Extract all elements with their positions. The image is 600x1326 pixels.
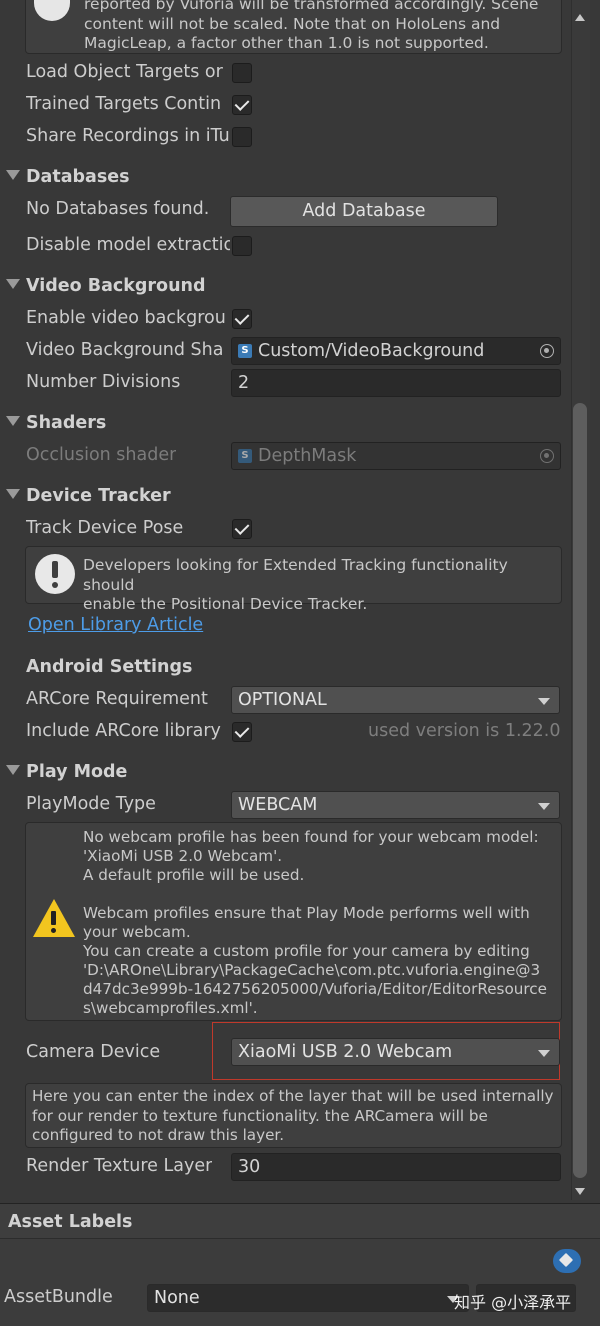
- asset-labels-header-bar[interactable]: Asset Labels: [0, 1204, 600, 1239]
- arcore-requirement-dropdown[interactable]: OPTIONAL: [231, 686, 560, 714]
- warning-line-2: 'XiaoMi USB 2.0 Webcam'.: [83, 847, 283, 865]
- playmode-type-dropdown[interactable]: WEBCAM: [231, 791, 560, 819]
- foldout-arrow-icon: [6, 489, 20, 499]
- asset-labels-panel: Asset Labels AssetBundle None 知乎 @小泽承平: [0, 1203, 600, 1326]
- device-tracker-help-line-2: enable the Positional Device Tracker.: [83, 595, 368, 613]
- device-tracker-help-line-1: Developers looking for Extended Tracking…: [83, 556, 508, 594]
- shader-icon: S: [238, 449, 252, 463]
- warning-line-10: s\webcamprofiles.xml'.: [83, 999, 258, 1017]
- video-background-shader-value: Custom/VideoBackground: [258, 341, 485, 361]
- trained-targets-label: Trained Targets Contin: [26, 94, 222, 114]
- load-object-targets-label: Load Object Targets or: [26, 62, 223, 82]
- render-layer-help-box: Here you can enter the index of the laye…: [25, 1083, 562, 1148]
- webcam-warning-box: No webcam profile has been found for you…: [25, 822, 562, 1021]
- warning-line-3: A default profile will be used.: [83, 866, 305, 884]
- enable-video-background-checkbox[interactable]: [232, 309, 252, 329]
- info-icon: [34, 0, 70, 21]
- foldout-arrow-icon: [6, 279, 20, 289]
- warning-line-1: No webcam profile has been found for you…: [83, 828, 539, 846]
- scale-help-line-1: reported by Vuforia will be transformed …: [84, 0, 539, 13]
- info-icon: [35, 554, 75, 594]
- no-databases-label: No Databases found.: [26, 199, 210, 219]
- include-arcore-checkbox[interactable]: [232, 722, 252, 742]
- device-tracker-help-box: Developers looking for Extended Tracking…: [25, 546, 562, 613]
- asset-bundle-label: AssetBundle: [4, 1287, 113, 1307]
- device-tracker-header[interactable]: Device Tracker: [6, 486, 171, 506]
- playmode-type-value: WEBCAM: [238, 795, 318, 815]
- video-background-header[interactable]: Video Background: [6, 276, 206, 296]
- warning-line-5: Webcam profiles ensure that Play Mode pe…: [83, 904, 530, 922]
- foldout-arrow-icon: [6, 416, 20, 426]
- camera-device-value: XiaoMi USB 2.0 Webcam: [238, 1042, 453, 1062]
- video-background-shader-label: Video Background Sha: [26, 340, 224, 360]
- arcore-requirement-label: ARCore Requirement: [26, 689, 208, 709]
- camera-device-dropdown[interactable]: XiaoMi USB 2.0 Webcam: [231, 1038, 560, 1066]
- enable-video-background-label: Enable video backgrou: [26, 308, 226, 328]
- disable-model-extraction-checkbox[interactable]: [232, 236, 252, 256]
- warning-line-8: 'D:\AROne\Library\PackageCache\com.ptc.v…: [83, 961, 541, 979]
- scale-help-box: reported by Vuforia will be transformed …: [25, 0, 562, 54]
- warning-line-4: [83, 885, 561, 904]
- number-divisions-input[interactable]: 2: [231, 369, 561, 397]
- occlusion-shader-value: DepthMask: [258, 446, 357, 466]
- foldout-arrow-icon: [6, 765, 20, 775]
- trained-targets-checkbox[interactable]: [232, 95, 252, 115]
- foldout-arrow-icon: [6, 170, 20, 180]
- video-background-shader-field[interactable]: S Custom/VideoBackground: [231, 337, 561, 365]
- asset-labels-header: Asset Labels: [8, 1212, 133, 1232]
- number-divisions-label: Number Divisions: [26, 372, 181, 392]
- warning-line-6: your webcam.: [83, 923, 191, 941]
- share-recordings-checkbox[interactable]: [232, 127, 252, 147]
- occlusion-shader-label: Occlusion shader: [26, 445, 177, 465]
- add-database-button[interactable]: Add Database: [230, 196, 498, 227]
- android-settings-header: Android Settings: [26, 657, 193, 677]
- scroll-up-arrow-icon[interactable]: [575, 14, 585, 21]
- chevron-down-icon: [538, 1050, 550, 1057]
- render-texture-layer-label: Render Texture Layer: [26, 1156, 213, 1176]
- render-layer-help-line-3: configured to not draw this layer.: [32, 1126, 285, 1144]
- arcore-requirement-value: OPTIONAL: [238, 690, 327, 710]
- share-recordings-label: Share Recordings in iTu: [26, 126, 230, 146]
- asset-bundle-value: None: [154, 1288, 200, 1308]
- scale-help-line-3: MagicLeap, a factor other than 1.0 is no…: [84, 34, 489, 52]
- play-mode-header[interactable]: Play Mode: [6, 762, 127, 782]
- camera-device-label: Camera Device: [26, 1042, 161, 1062]
- scroll-down-arrow-icon[interactable]: [575, 1188, 585, 1195]
- warning-line-7: You can create a custom profile for your…: [83, 942, 530, 960]
- track-device-pose-label: Track Device Pose: [26, 518, 184, 538]
- track-device-pose-checkbox[interactable]: [232, 519, 252, 539]
- chevron-down-icon: [538, 698, 550, 705]
- scrollbar-thumb[interactable]: [573, 403, 587, 1178]
- load-object-targets-checkbox[interactable]: [232, 63, 252, 83]
- warning-line-9: d47dc3e999b-1642756205000/Vuforia/Editor…: [83, 980, 547, 998]
- asset-bundle-dropdown[interactable]: None: [147, 1284, 469, 1312]
- render-texture-layer-input[interactable]: 30: [231, 1153, 561, 1181]
- include-arcore-label: Include ARCore library: [26, 721, 221, 741]
- databases-header[interactable]: Databases: [6, 167, 130, 187]
- chevron-down-icon: [538, 803, 550, 810]
- render-layer-help-line-2: for our render to texture functionality.…: [32, 1106, 488, 1125]
- shader-icon: S: [238, 344, 252, 358]
- disable-model-extraction-label: Disable model extractio: [26, 235, 230, 255]
- object-picker-icon: [540, 449, 554, 463]
- playmode-type-label: PlayMode Type: [26, 794, 156, 814]
- scale-help-line-2: content will not be scaled. Note that on…: [84, 14, 501, 33]
- open-library-article-link[interactable]: Open Library Article: [28, 615, 203, 635]
- watermark-text: 知乎 @小泽承平: [454, 1293, 572, 1312]
- object-picker-icon[interactable]: [540, 344, 554, 358]
- label-tag-icon[interactable]: [553, 1249, 581, 1273]
- arcore-version-text: used version is 1.22.0: [368, 721, 561, 741]
- shaders-header[interactable]: Shaders: [6, 413, 106, 433]
- occlusion-shader-field: S DepthMask: [231, 442, 561, 470]
- render-layer-help-line-1: Here you can enter the index of the laye…: [32, 1087, 554, 1105]
